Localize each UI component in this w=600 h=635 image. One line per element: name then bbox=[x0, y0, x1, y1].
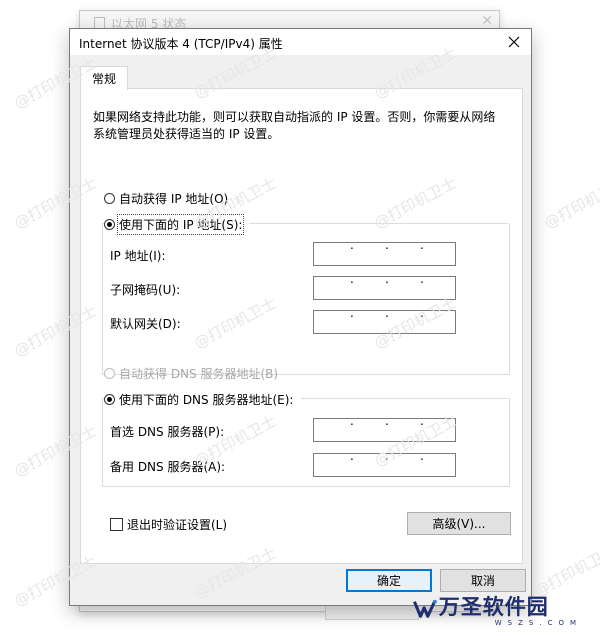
tab-general[interactable]: 常规 bbox=[80, 66, 128, 90]
alternate-dns-label: 备用 DNS 服务器(A): bbox=[110, 460, 226, 474]
title-bar: Internet 协议版本 4 (TCP/IPv4) 属性 bbox=[70, 29, 531, 55]
validate-settings-label: 退出时验证设置(L) bbox=[127, 518, 228, 532]
validate-settings-checkbox[interactable]: 退出时验证设置(L) bbox=[110, 516, 227, 533]
manual-ip-label: 使用下面的 IP 地址(S): bbox=[116, 214, 245, 235]
logo-name: 万圣软件园 bbox=[438, 594, 549, 619]
ipv4-properties-dialog: Internet 协议版本 4 (TCP/IPv4) 属性 常规 如果网络支持此… bbox=[69, 28, 532, 606]
radio-indicator bbox=[104, 219, 115, 230]
subnet-mask-label: 子网掩码(U): bbox=[110, 283, 181, 297]
general-tab-panel: 如果网络支持此功能，则可以获取自动指派的 IP 设置。否则，你需要从网络系统管理… bbox=[80, 88, 523, 564]
close-icon bbox=[508, 36, 520, 48]
manual-dns-radio[interactable]: 使用下面的 DNS 服务器地址(E): bbox=[104, 391, 296, 408]
close-button[interactable] bbox=[497, 29, 531, 55]
site-logo: 万圣软件园 WSZS.COM bbox=[412, 586, 582, 632]
logo-subtitle: WSZS.COM bbox=[494, 619, 582, 627]
subnet-mask-input[interactable] bbox=[313, 276, 456, 300]
manual-ip-radio[interactable]: 使用下面的 IP 地址(S): bbox=[104, 214, 245, 235]
ip-address-label: IP 地址(I): bbox=[110, 249, 166, 263]
close-icon[interactable]: ✕ bbox=[481, 13, 493, 29]
radio-indicator bbox=[104, 193, 115, 204]
watermark: @打印机卫士 bbox=[541, 173, 600, 233]
checkbox-indicator bbox=[110, 518, 123, 531]
logo-icon bbox=[413, 599, 437, 618]
preferred-dns-input[interactable] bbox=[313, 418, 456, 442]
radio-indicator bbox=[104, 394, 115, 405]
default-gateway-label: 默认网关(D): bbox=[110, 317, 181, 331]
advanced-button[interactable]: 高级(V)... bbox=[407, 512, 511, 535]
alternate-dns-input[interactable] bbox=[313, 453, 456, 477]
radio-indicator bbox=[104, 368, 115, 379]
auto-dns-radio[interactable]: 自动获得 DNS 服务器地址(B) bbox=[104, 365, 278, 382]
auto-ip-radio[interactable]: 自动获得 IP 地址(O) bbox=[104, 190, 228, 207]
auto-ip-label: 自动获得 IP 地址(O) bbox=[119, 192, 229, 206]
auto-dns-label: 自动获得 DNS 服务器地址(B) bbox=[119, 367, 279, 381]
description-text: 如果网络支持此功能，则可以获取自动指派的 IP 设置。否则，你需要从网络系统管理… bbox=[93, 110, 496, 141]
default-gateway-input[interactable] bbox=[313, 310, 456, 334]
dialog-title: Internet 协议版本 4 (TCP/IPv4) 属性 bbox=[79, 37, 283, 51]
ip-address-input[interactable] bbox=[313, 242, 456, 266]
preferred-dns-label: 首选 DNS 服务器(P): bbox=[110, 425, 225, 439]
manual-dns-label: 使用下面的 DNS 服务器地址(E): bbox=[119, 393, 294, 407]
